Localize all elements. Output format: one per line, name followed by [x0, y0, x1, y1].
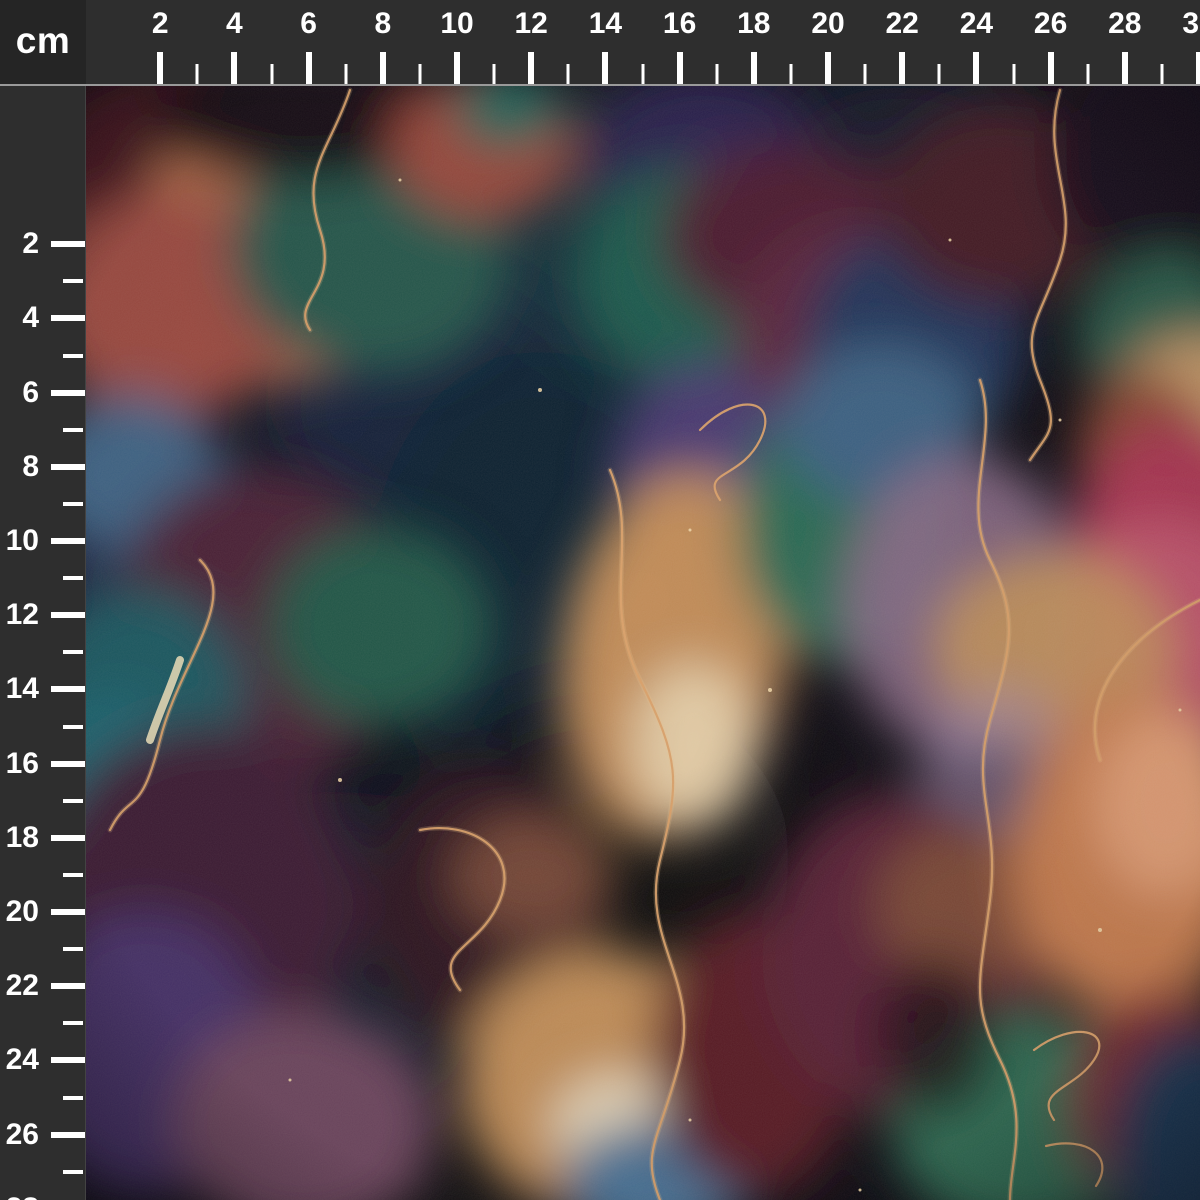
ruler-tick-minor [938, 64, 941, 84]
ruler-number: 22 [886, 9, 919, 39]
ruler-number: 18 [6, 823, 39, 853]
ruler-number: 8 [22, 452, 39, 482]
ruler-number: 18 [737, 9, 770, 39]
ruler-tick-major [51, 761, 85, 767]
ruler-number: 16 [663, 9, 696, 39]
ruler-tick-minor [789, 64, 792, 84]
ruler-tick-minor [63, 279, 83, 283]
ruler-left: 24681012141618202224262830 [0, 86, 86, 1200]
ruler-number: 30 [1182, 9, 1200, 39]
ruler-tick-major [454, 52, 460, 84]
ruler-tick-major [899, 52, 905, 84]
ruler-tick-major [751, 52, 757, 84]
ruler-tick-minor [63, 1170, 83, 1174]
ruler-number: 10 [6, 526, 39, 556]
ruler-tick-major [157, 52, 163, 84]
ruler-tick-major [51, 909, 85, 915]
ruler-tick-minor [1086, 64, 1089, 84]
ruler-tick-minor [493, 64, 496, 84]
ruler-tick-minor [63, 873, 83, 877]
ruler-number: 4 [22, 303, 39, 333]
ruler-number: 22 [6, 971, 39, 1001]
ruler-tick-major [528, 52, 534, 84]
ruler-corner: cm [0, 0, 86, 84]
ruler-tick-major [825, 52, 831, 84]
ruler-tick-minor [567, 64, 570, 84]
ruler-tick-minor [864, 64, 867, 84]
ruler-tick-minor [63, 1096, 83, 1100]
ruler-number: 24 [960, 9, 993, 39]
ruler-tick-minor [1160, 64, 1163, 84]
ruler-tick-major [51, 390, 85, 396]
ruler-number: 28 [1108, 9, 1141, 39]
ruler-tick-minor [196, 64, 199, 84]
ruler-number: 6 [300, 9, 317, 39]
ruler-number: 28 [6, 1194, 39, 1200]
ruler-tick-minor [270, 64, 273, 84]
ruler-number: 6 [22, 378, 39, 408]
ruler-unit-label: cm [16, 22, 70, 63]
ruler-tick-minor [715, 64, 718, 84]
ruler-tick-major [677, 52, 683, 84]
ruler-tick-major [51, 686, 85, 692]
fabric-measurement-preview: 24681012141618202224262830 2468101214161… [0, 0, 1200, 1200]
ruler-tick-major [1048, 52, 1054, 84]
ruler-tick-major [306, 52, 312, 84]
ruler-number: 14 [6, 674, 39, 704]
ruler-number: 10 [440, 9, 473, 39]
ruler-top: 24681012141618202224262830 [0, 0, 1200, 86]
ruler-tick-minor [63, 576, 83, 580]
ruler-tick-major [51, 983, 85, 989]
fabric-swatch [86, 86, 1200, 1200]
ruler-tick-minor [418, 64, 421, 84]
ruler-number: 2 [22, 229, 39, 259]
ruler-tick-major [1196, 52, 1200, 84]
ruler-tick-major [1122, 52, 1128, 84]
ruler-number: 8 [374, 9, 391, 39]
ruler-tick-minor [63, 725, 83, 729]
ruler-number: 12 [515, 9, 548, 39]
ruler-tick-minor [63, 1021, 83, 1025]
ruler-tick-major [51, 315, 85, 321]
ruler-tick-major [51, 241, 85, 247]
ruler-tick-major [602, 52, 608, 84]
ruler-tick-minor [63, 502, 83, 506]
ruler-tick-minor [63, 428, 83, 432]
ruler-number: 26 [1034, 9, 1067, 39]
ruler-number: 20 [6, 897, 39, 927]
ruler-tick-major [51, 538, 85, 544]
ruler-number: 16 [6, 749, 39, 779]
ruler-tick-minor [641, 64, 644, 84]
ruler-number: 26 [6, 1120, 39, 1150]
ruler-number: 14 [589, 9, 622, 39]
ruler-tick-minor [1012, 64, 1015, 84]
ruler-tick-major [51, 1132, 85, 1138]
ruler-tick-major [51, 1057, 85, 1063]
ruler-tick-major [231, 52, 237, 84]
ruler-number: 2 [152, 9, 169, 39]
ruler-tick-minor [344, 64, 347, 84]
ruler-number: 20 [811, 9, 844, 39]
ruler-tick-major [51, 464, 85, 470]
ruler-number: 24 [6, 1045, 39, 1075]
ruler-number: 12 [6, 600, 39, 630]
ruler-tick-major [973, 52, 979, 84]
ruler-tick-major [380, 52, 386, 84]
fabric-art [86, 86, 1200, 1200]
ruler-tick-minor [63, 947, 83, 951]
ruler-tick-major [51, 612, 85, 618]
ruler-tick-major [51, 835, 85, 841]
ruler-number: 4 [226, 9, 243, 39]
ruler-tick-minor [63, 354, 83, 358]
ruler-tick-minor [63, 799, 83, 803]
ruler-tick-minor [63, 650, 83, 654]
